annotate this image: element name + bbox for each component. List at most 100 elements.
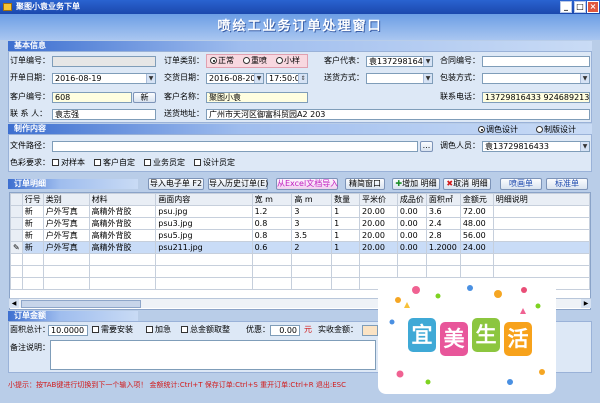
table-cell[interactable]: 3.5 (291, 229, 333, 242)
table-cell[interactable] (251, 265, 293, 278)
table-cell[interactable]: 3.6 (425, 205, 461, 218)
table-cell[interactable]: 20.00 (359, 229, 398, 242)
table-cell[interactable]: 新 (21, 217, 44, 230)
table-cell[interactable]: psu3.jpg (155, 217, 253, 230)
order-type-sample[interactable]: 小样 (276, 55, 300, 67)
order-type-respray[interactable]: 重喷 (243, 55, 267, 67)
column-header[interactable]: 宽 m (251, 193, 293, 206)
table-cell[interactable] (251, 253, 293, 266)
table-cell[interactable]: 1.2000 (425, 241, 461, 254)
order-type-normal[interactable]: 正常 (210, 55, 234, 67)
table-cell[interactable]: 20.00 (359, 205, 398, 218)
table-cell[interactable]: psu5.jpg (155, 229, 253, 242)
column-header[interactable]: 金额元 (459, 193, 494, 206)
table-cell[interactable]: 2.8 (425, 229, 461, 242)
column-header[interactable]: 材料 (88, 193, 157, 206)
table-cell[interactable]: 1 (331, 241, 360, 254)
table-cell[interactable]: 3 (291, 217, 333, 230)
table-cell[interactable] (331, 265, 360, 278)
table-cell[interactable]: psu.jpg (155, 205, 253, 218)
table-cell[interactable] (10, 277, 23, 290)
round-total-check[interactable]: 总金额取整 (181, 324, 230, 336)
table-cell[interactable]: 3 (291, 205, 333, 218)
tab-spray-order[interactable]: 喷画单 (500, 178, 542, 190)
table-cell[interactable] (155, 265, 253, 278)
table-cell[interactable] (359, 265, 398, 278)
table-cell[interactable]: 新 (21, 229, 44, 242)
table-cell[interactable]: 2 (291, 241, 333, 254)
order-no-input[interactable] (52, 56, 156, 67)
table-cell[interactable] (291, 265, 333, 278)
file-path-input[interactable] (52, 141, 418, 152)
compact-window-button[interactable]: 精简窗口 (345, 178, 385, 190)
table-row[interactable]: 新户外写真 高精外背胶 psu3.jpg 0.8 3 1 20.00 0.00 2.4 48.00 (10, 217, 590, 230)
maximize-button[interactable]: □ (574, 1, 586, 13)
design-color[interactable]: 调色设计 (478, 124, 518, 136)
color-option-sales[interactable]: 业务员定 (144, 157, 185, 169)
table-cell[interactable]: 高精外背胶 (88, 217, 157, 230)
column-header[interactable]: 画面内容 (155, 193, 253, 206)
column-header[interactable]: 类别 (42, 193, 90, 206)
table-cell[interactable]: 0.00 (396, 241, 427, 254)
column-header[interactable]: 平米价 (359, 193, 398, 206)
table-cell[interactable] (492, 205, 590, 218)
table-cell[interactable] (10, 253, 23, 266)
table-cell[interactable]: 56.00 (459, 229, 494, 242)
table-cell[interactable] (291, 253, 333, 266)
table-cell[interactable]: 72.00 (459, 205, 494, 218)
address-input[interactable]: 广州市天河区御富科贸园A2 203 (206, 109, 590, 120)
scroll-right-icon[interactable]: ▶ (581, 299, 591, 308)
table-cell[interactable]: 0.6 (251, 241, 293, 254)
column-header[interactable]: 数量 (331, 193, 360, 206)
cancel-detail-button[interactable]: ✖取消 明细 (443, 178, 491, 190)
table-cell[interactable] (21, 253, 44, 266)
table-cell[interactable]: 1 (331, 205, 360, 218)
browse-button[interactable]: ... (420, 141, 433, 152)
table-cell[interactable]: 新 (21, 241, 44, 254)
new-customer-button[interactable]: 新 (133, 92, 156, 103)
column-header[interactable]: 明细说明 (492, 193, 590, 206)
delivery-time-input[interactable]: 17:50:02 ⇕ (266, 73, 308, 84)
color-option-sample[interactable]: 对样本 (52, 157, 85, 169)
color-option-designer[interactable]: 设计员定 (194, 157, 235, 169)
table-cell[interactable] (42, 253, 90, 266)
cust-no-input[interactable]: 608 (52, 92, 132, 103)
add-detail-button[interactable]: ✚增加 明细 (392, 178, 440, 190)
table-cell[interactable] (42, 265, 90, 278)
tab-standard-order[interactable]: 标准单 (546, 178, 588, 190)
designer-select[interactable]: 袁13729816433 ▼ (482, 141, 590, 152)
contact-input[interactable]: 袁志强 (52, 109, 156, 120)
table-cell[interactable]: 1.2 (251, 205, 293, 218)
table-cell[interactable]: 户外写真 (42, 205, 90, 218)
table-cell[interactable]: 高精外背胶 (88, 241, 157, 254)
contract-input[interactable] (482, 56, 590, 67)
import-excel-button[interactable]: 从Excel文档导入 (276, 178, 338, 190)
table-cell[interactable]: 户外写真 (42, 229, 90, 242)
table-cell[interactable] (331, 253, 360, 266)
table-cell[interactable] (42, 277, 90, 290)
table-cell[interactable] (396, 253, 427, 266)
table-cell[interactable] (425, 253, 461, 266)
actual-amount-input[interactable] (362, 325, 378, 336)
table-cell[interactable]: 0.8 (251, 229, 293, 242)
table-cell[interactable]: 48.00 (459, 217, 494, 230)
table-cell[interactable] (492, 265, 590, 278)
table-cell[interactable] (492, 217, 590, 230)
close-button[interactable]: × (587, 1, 599, 13)
table-cell[interactable] (459, 253, 494, 266)
table-cell[interactable] (359, 253, 398, 266)
table-cell[interactable] (459, 265, 494, 278)
table-row[interactable]: 新户外写真 高精外背胶 psu5.jpg 0.8 3.5 1 20.00 0.00 2.8 56.… (10, 229, 590, 242)
delivery-method-select[interactable]: ▼ (366, 73, 433, 84)
table-cell[interactable]: psu211.jpg (155, 241, 253, 254)
table-row-empty[interactable] (10, 253, 590, 266)
remark-textarea[interactable] (50, 340, 376, 370)
table-cell[interactable] (155, 277, 253, 290)
table-cell[interactable]: 0.00 (396, 229, 427, 242)
column-header[interactable]: 面积㎡ (425, 193, 461, 206)
table-cell[interactable]: 0.00 (396, 217, 427, 230)
table-cell[interactable] (21, 265, 44, 278)
open-date-input[interactable]: 2016-08-19 ▼ (52, 73, 156, 84)
row-indicator[interactable] (10, 229, 23, 242)
column-header[interactable]: 成品价 (396, 193, 427, 206)
